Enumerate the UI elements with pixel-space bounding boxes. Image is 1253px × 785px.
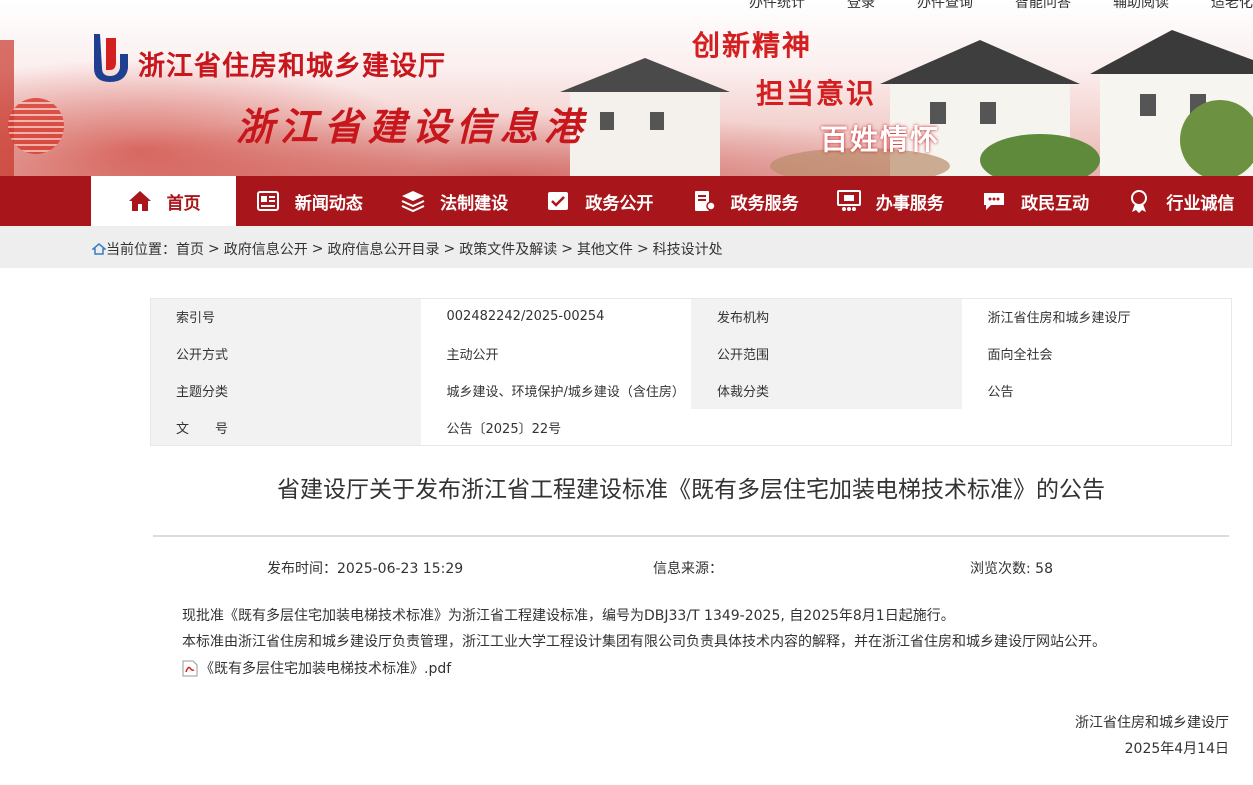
header-banner: 办件统计 登录 办件查询 智能问答 辅助阅读 适老化 浙江省住房和城乡建设厅 浙… [0,0,1253,176]
info-key: 主题分类 [150,372,421,409]
pdf-file-icon [182,660,198,676]
nav-label: 首页 [166,193,201,214]
info-key: 公开范围 [691,335,962,372]
info-value: 浙江省住房和城乡建设厅 [961,298,1232,335]
nav-label: 政务服务 [730,193,799,214]
site-logo-icon[interactable] [86,32,130,86]
info-key: 发布机构 [691,298,962,335]
breadcrumb-item-policy[interactable]: 政策文件及解读 [459,239,557,259]
info-key: 体裁分类 [691,372,962,409]
nav-news[interactable]: 新闻动态 [236,176,381,226]
article-paragraph: 现批准《既有多层住宅加装电梯技术标准》为浙江省工程建设标准，编号为DBJ33/T… [182,608,955,624]
service-icon [694,191,716,211]
home-icon [128,191,151,211]
breadcrumb-separator: > [208,241,220,257]
nav-interaction[interactable]: 政民互动 [963,176,1108,226]
breadcrumb-prefix: 当前位置： [106,242,176,258]
breadcrumb-item-gov-info[interactable]: 政府信息公开 [224,239,308,259]
article-title: 省建设厅关于发布浙江省工程建设标准《既有多层住宅加装电梯技术标准》的公告 [277,477,1105,503]
site-name: 浙江省住房和城乡建设厅 [138,51,446,82]
view-count: 浏览次数: 58 [970,561,1053,577]
info-row: 主题分类 城乡建设、环境保护/城乡建设（含住房） 体裁分类 公告 [150,372,1232,409]
signature-date: 2025年4月14日 [1124,741,1229,757]
breadcrumb-item-home[interactable]: 首页 [176,239,204,259]
signature-org: 浙江省住房和城乡建设厅 [1075,715,1229,731]
breadcrumb-separator: > [311,241,324,257]
attachment-name[interactable]: 《既有多层住宅加装电梯技术标准》.pdf [200,658,451,678]
banner-sun-decoration [8,98,64,154]
info-row: 公开方式 主动公开 公开范围 面向全社会 [150,335,1232,372]
nav-label: 法制建设 [440,193,509,214]
slogan-responsibility: 担当意识 [756,77,877,110]
newspaper-icon [256,191,279,211]
site-subtitle: 浙江省建设信息港 [236,104,589,149]
nav-credit[interactable]: 行业诚信 [1108,176,1253,226]
top-link-stats[interactable]: 办件统计 [749,0,805,12]
nav-label: 政民互动 [1021,193,1090,214]
nav-gov-service[interactable]: 政务服务 [672,176,817,226]
nav-legal[interactable]: 法制建设 [382,176,527,226]
article-paragraph: 本标准由浙江省住房和城乡建设厅负责管理，浙江工业大学工程设计集团有限公司负责具体… [182,634,1106,650]
title-divider [153,535,1229,537]
publish-time: 发布时间：2025-06-23 15:29 [267,561,464,577]
info-key: 公开方式 [150,335,421,372]
breadcrumb-item-catalog[interactable]: 政府信息公开目录 [327,239,439,259]
breadcrumb-separator: > [443,241,456,257]
top-link-qa[interactable]: 智能问答 [1015,0,1071,12]
nav-label: 办事服务 [875,193,944,214]
info-source: 信息来源： [653,561,723,577]
slogan-innovation: 创新精神 [692,29,813,62]
attachment-link[interactable]: 《既有多层住宅加装电梯技术标准》.pdf [182,658,451,678]
info-row: 索引号 002482242/2025-00254 发布机构 浙江省住房和城乡建设… [150,298,1232,335]
breadcrumb: 当前位置： 首页 > 政府信息公开 > 政府信息公开目录 > 政策文件及解读 >… [92,239,723,259]
slogan-people: 百姓情怀 [820,123,941,156]
info-table: 索引号 002482242/2025-00254 发布机构 浙江省住房和城乡建设… [150,298,1232,446]
breadcrumb-item-other[interactable]: 其他文件 [577,239,633,259]
main-nav: 首页 新闻动态 法制建设 政务公开 政务服务 办事服务 政民互动 行业诚信 [0,176,1253,226]
info-value: 面向全社会 [961,335,1232,372]
award-icon [1131,190,1148,213]
monitor-people-icon [836,190,861,211]
info-value: 002482242/2025-00254 [420,298,691,335]
nav-label: 行业诚信 [1166,193,1235,214]
home-small-icon [92,243,106,255]
layers-icon [401,191,425,213]
nav-label: 政务公开 [585,193,654,214]
info-key: 文 号 [150,409,421,446]
nav-affairs[interactable]: 办事服务 [817,176,962,226]
info-key: 索引号 [150,298,421,335]
top-link-login[interactable]: 登录 [847,0,875,12]
info-value: 城乡建设、环境保护/城乡建设（含住房） [420,372,691,409]
top-links: 办件统计 登录 办件查询 智能问答 辅助阅读 适老化 [749,0,1253,12]
info-value: 公告 [961,372,1232,409]
top-link-reading[interactable]: 辅助阅读 [1113,0,1169,12]
info-value: 主动公开 [420,335,691,372]
info-row: 文 号 公告〔2025〕22号 [150,409,1232,446]
nav-label: 新闻动态 [294,193,363,214]
top-link-elderly[interactable]: 适老化 [1211,0,1253,12]
chat-icon [984,193,1005,210]
breadcrumb-separator: > [561,241,573,257]
checkbox-doc-icon [548,192,569,210]
banner-decoration [0,40,14,176]
breadcrumb-item-dept[interactable]: 科技设计处 [653,239,723,259]
nav-home[interactable]: 首页 [91,176,237,226]
breadcrumb-bar: 当前位置： 首页 > 政府信息公开 > 政府信息公开目录 > 政策文件及解读 >… [0,226,1253,268]
info-value: 公告〔2025〕22号 [420,409,1232,446]
top-link-query[interactable]: 办件查询 [917,0,973,12]
breadcrumb-separator: > [636,241,649,257]
nav-public-affairs[interactable]: 政务公开 [527,176,672,226]
